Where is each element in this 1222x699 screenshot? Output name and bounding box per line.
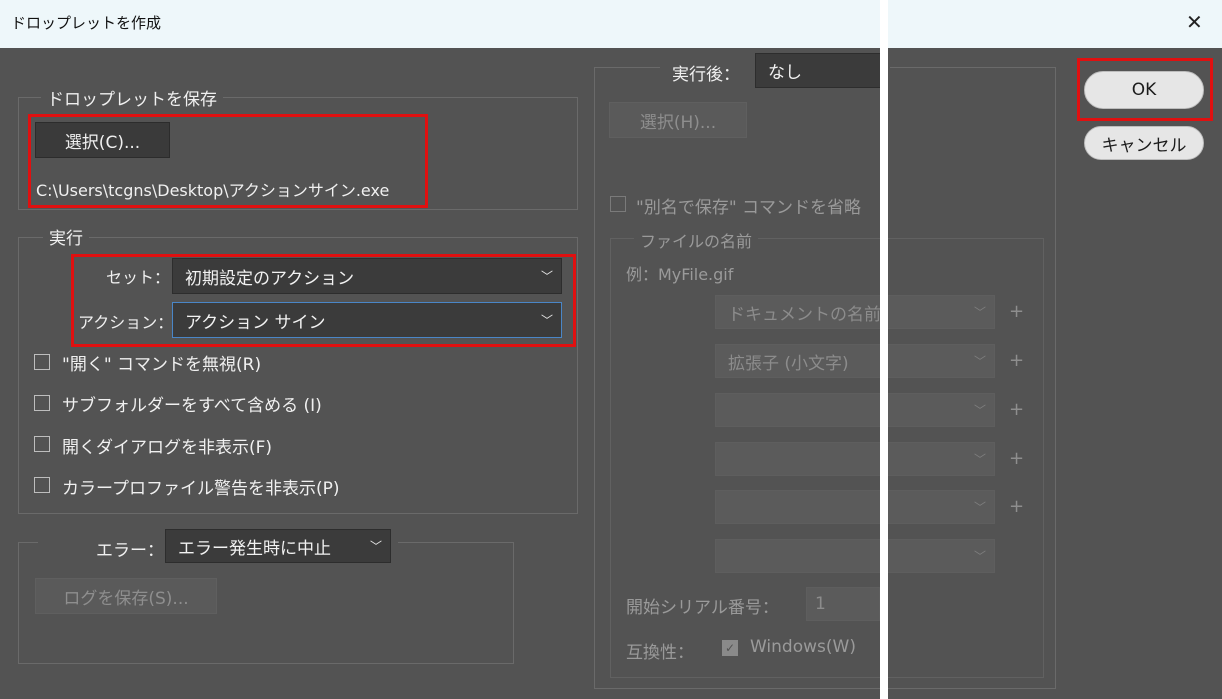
chevron-down-icon: ﹀ <box>973 549 986 564</box>
highlight-box <box>71 254 576 347</box>
add-icon[interactable]: + <box>1009 496 1024 517</box>
checkbox-suppress-profile[interactable] <box>34 477 50 493</box>
chevron-down-icon: ﹀ <box>973 500 986 515</box>
override-save-as-label: "別名で保存" コマンドを省略 <box>636 198 862 218</box>
naming-field-value: ドキュメントの名前 <box>728 304 881 325</box>
destination-label: 実行後： <box>672 65 740 85</box>
checkbox-ignore-open[interactable] <box>34 354 50 370</box>
play-group-legend: 実行 <box>43 224 89 249</box>
destination-select[interactable]: なし <box>755 53 880 88</box>
naming-field-4[interactable]: ﹀ <box>715 442 995 476</box>
checkbox-label: サブフォルダーをすべて含める (I) <box>62 396 322 416</box>
naming-field-6[interactable]: ﹀ <box>715 539 995 573</box>
error-select[interactable]: エラー発生時に中止 ﹀ <box>165 529 391 563</box>
checkbox-label: 開くダイアログを非表示(F) <box>62 438 273 458</box>
serial-input[interactable]: 1 <box>806 587 880 621</box>
naming-field-2[interactable]: 拡張子 (小文字) ﹀ <box>715 344 995 378</box>
naming-field-value: 拡張子 (小文字) <box>728 353 849 374</box>
serial-value: 1 <box>815 594 826 614</box>
windows-label: Windows(W) <box>750 637 856 657</box>
highlight-box <box>28 114 428 208</box>
add-icon[interactable]: + <box>1009 448 1024 469</box>
save-group-legend: ドロップレットを保存 <box>41 85 223 110</box>
add-icon[interactable]: + <box>1009 350 1024 371</box>
destination-value: なし <box>768 63 802 83</box>
highlight-box <box>1077 58 1213 121</box>
add-icon[interactable]: + <box>1009 399 1024 420</box>
chevron-down-icon: ﹀ <box>973 403 986 418</box>
naming-field-5[interactable]: ﹀ <box>715 490 995 524</box>
file-naming-legend: ファイルの名前 <box>634 228 759 252</box>
save-log-button[interactable]: ログを保存(S)... <box>35 578 217 614</box>
chevron-down-icon: ﹀ <box>973 305 986 320</box>
checkbox-suppress-open[interactable] <box>34 436 50 452</box>
add-icon[interactable]: + <box>1009 301 1024 322</box>
error-label: エラー： <box>96 541 164 561</box>
serial-label: 開始シリアル番号： <box>626 598 779 618</box>
error-value: エラー発生時に中止 <box>178 538 331 559</box>
checkbox-windows[interactable]: ✓ <box>722 640 738 656</box>
dialog-title: ドロップレットを作成 <box>11 14 162 32</box>
checkbox-include-subfolders[interactable] <box>34 395 50 411</box>
title-bar: ドロップレットを作成 ✕ <box>0 0 1222 48</box>
chevron-down-icon: ﹀ <box>973 354 986 369</box>
naming-field-3[interactable]: ﹀ <box>715 393 995 427</box>
destination-choose-button[interactable]: 選択(H)... <box>609 102 747 138</box>
compat-label: 互換性： <box>626 643 694 663</box>
chevron-down-icon: ﹀ <box>973 452 986 467</box>
chevron-down-icon: ﹀ <box>369 539 382 554</box>
checkbox-label: "開く" コマンドを無視(R) <box>62 355 262 375</box>
close-icon[interactable]: ✕ <box>1186 10 1203 34</box>
checkbox-label: カラープロファイル警告を非表示(P) <box>62 479 340 499</box>
cancel-button[interactable]: キャンセル <box>1084 126 1204 160</box>
naming-field-1[interactable]: ドキュメントの名前 ﹀ <box>715 295 995 329</box>
checkbox-override-save-as[interactable] <box>610 196 626 212</box>
example-text: 例：MyFile.gif <box>626 265 734 284</box>
